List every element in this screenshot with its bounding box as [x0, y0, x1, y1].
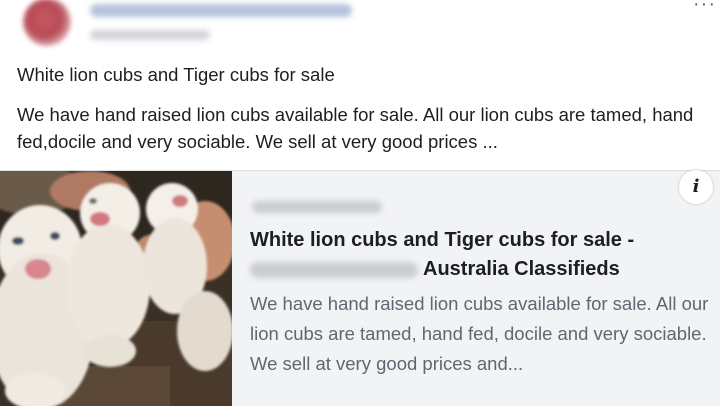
- post-body: We have hand raised lion cubs available …: [17, 104, 694, 152]
- card-title-line-2: Australia Classifieds: [250, 255, 710, 284]
- card-description: We have hand raised lion cubs available …: [250, 293, 709, 374]
- blurred-author-name[interactable]: [90, 4, 352, 17]
- card-info-panel[interactable]: i White lion cubs and Tiger cubs for sal…: [232, 170, 720, 406]
- blurred-post-date[interactable]: [90, 30, 210, 40]
- card-title[interactable]: White lion cubs and Tiger cubs for sale …: [250, 226, 710, 284]
- post-avatar[interactable]: [23, 0, 71, 46]
- card-image[interactable]: [0, 171, 232, 406]
- blurred-site-name: [250, 261, 418, 278]
- blurred-domain: [252, 201, 382, 213]
- more-options-icon[interactable]: ···: [693, 0, 716, 14]
- post-title: White lion cubs and Tiger cubs for sale: [17, 64, 335, 85]
- card-title-line-1: White lion cubs and Tiger cubs for sale …: [250, 229, 635, 251]
- lion-cubs-photo: [0, 171, 232, 406]
- link-preview-card[interactable]: i White lion cubs and Tiger cubs for sal…: [0, 170, 720, 406]
- info-icon[interactable]: i: [679, 170, 713, 204]
- card-title-site: Australia Classifieds: [423, 258, 620, 280]
